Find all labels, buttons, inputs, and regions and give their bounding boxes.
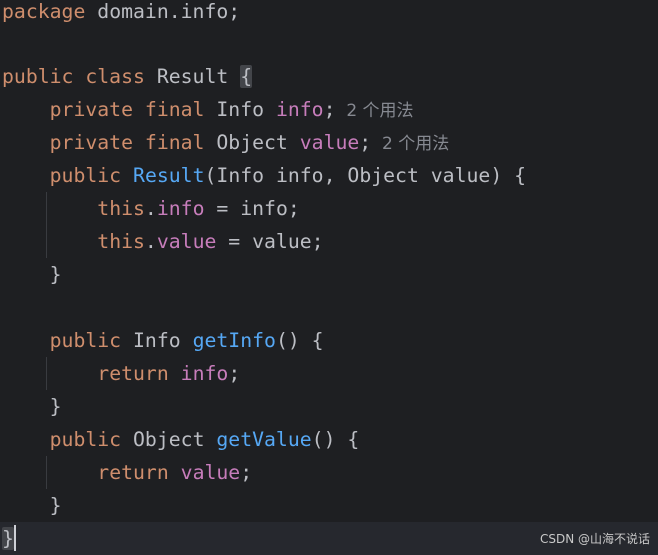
semicolon: ;: [359, 131, 372, 154]
usage-hint[interactable]: 2 个用法: [371, 134, 449, 154]
semicolon: ;: [228, 362, 241, 385]
closing-brace: }: [2, 263, 62, 286]
code-line[interactable]: this.value = value;: [2, 225, 324, 258]
type-name: Info: [204, 98, 276, 121]
assignment: = info;: [204, 197, 300, 220]
keyword: public class: [2, 65, 145, 88]
keyword: public: [49, 428, 122, 451]
dot: .: [144, 230, 157, 253]
class-name: Result: [144, 65, 241, 88]
keyword: private final: [49, 98, 205, 121]
text-caret: [14, 525, 16, 551]
keyword: return: [97, 461, 169, 484]
code-line[interactable]: return info;: [2, 357, 240, 390]
matched-brace: {: [240, 65, 253, 88]
code-line[interactable]: public Info getInfo() {: [2, 324, 324, 357]
field-name: value: [180, 461, 241, 484]
keyword: return: [97, 362, 169, 385]
code-line[interactable]: public Object getValue() {: [2, 423, 360, 456]
code-line[interactable]: }: [2, 390, 62, 423]
type-name: Object: [121, 428, 217, 451]
type-name: Object: [204, 131, 300, 154]
usage-hint-text: 2 个用法: [346, 101, 414, 121]
code-line[interactable]: return value;: [2, 456, 252, 489]
dot: .: [144, 197, 157, 220]
assignment: = value;: [216, 230, 324, 253]
code-line[interactable]: public Result(Info info, Object value) {: [2, 159, 526, 192]
keyword: private final: [49, 131, 205, 154]
code-line-current[interactable]: }: [2, 522, 14, 555]
type-name: Info: [121, 329, 193, 352]
code-line[interactable]: this.info = info;: [2, 192, 300, 225]
matched-brace: }: [2, 527, 14, 550]
usage-hint-text: 2 个用法: [382, 134, 450, 154]
usage-hint[interactable]: 2 个用法: [336, 101, 414, 121]
watermark: CSDN @山海不说话: [539, 532, 650, 546]
code-line[interactable]: }: [2, 258, 62, 291]
code-line[interactable]: private final Info info; 2 个用法: [2, 93, 414, 126]
field-name: value: [156, 230, 217, 253]
field-name: info: [156, 197, 205, 220]
field-name: value: [299, 131, 360, 154]
method-name: getValue: [216, 428, 312, 451]
keyword: package: [2, 0, 86, 23]
code-line[interactable]: package domain.info;: [2, 0, 240, 28]
code-line[interactable]: }: [2, 489, 62, 522]
code-line[interactable]: public class Result {: [2, 60, 253, 93]
closing-brace: }: [2, 494, 62, 517]
semicolon: ;: [240, 461, 253, 484]
closing-brace: }: [2, 395, 62, 418]
keyword: this: [97, 197, 145, 220]
code-editor[interactable]: package domain.info; public class Result…: [0, 0, 658, 555]
method-name: getInfo: [192, 329, 276, 352]
parameter-list: (Info info, Object value) {: [204, 164, 527, 187]
keyword: public: [49, 164, 122, 187]
field-name: info: [275, 98, 324, 121]
keyword: this: [97, 230, 145, 253]
package-name: domain.info;: [85, 0, 241, 23]
semicolon: ;: [323, 98, 336, 121]
field-name: info: [180, 362, 229, 385]
method-signature: () {: [275, 329, 324, 352]
keyword: public: [49, 329, 122, 352]
code-line[interactable]: private final Object value; 2 个用法: [2, 126, 450, 159]
method-signature: () {: [311, 428, 360, 451]
constructor-name: Result: [133, 164, 205, 187]
